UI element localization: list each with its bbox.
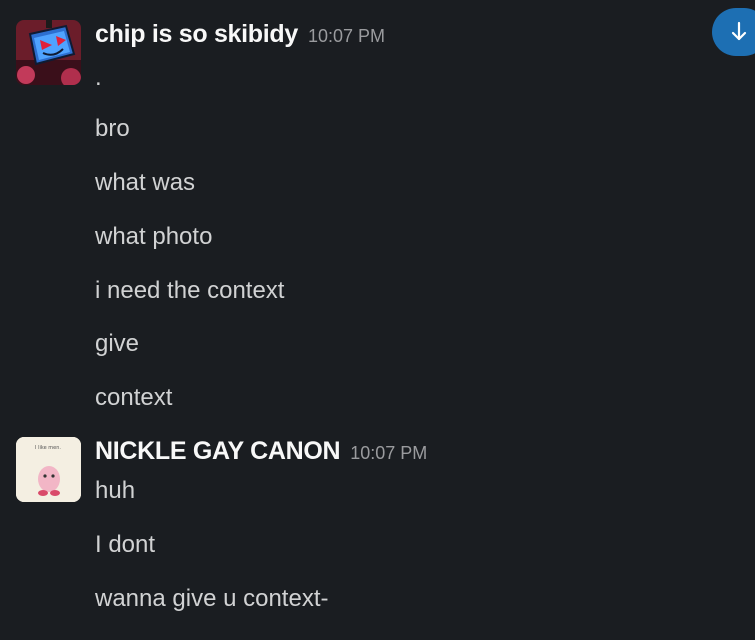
author-name[interactable]: NICKLE GAY CANON <box>95 437 341 465</box>
message-header: NICKLE GAY CANON 10:07 PM <box>95 437 427 466</box>
jump-to-latest-button[interactable] <box>712 8 755 56</box>
avatar-caption: I like men. <box>35 445 61 451</box>
arrow-down-icon <box>731 21 747 41</box>
meme-avatar-icon: I like men. <box>16 437 81 502</box>
message-list: chip is so skibidy 10:07 PM . bro what wa… <box>0 0 755 640</box>
avatar[interactable]: I like men. <box>16 437 81 502</box>
timestamp[interactable]: 10:07 PM <box>350 443 427 463</box>
message-text: wanna give u context- <box>95 585 329 612</box>
message-text: huh <box>95 477 136 504</box>
message-text: I dont <box>95 531 156 558</box>
message-group: I like men. NICKLE GAY CANON 10:07 PM huh… <box>0 0 755 640</box>
